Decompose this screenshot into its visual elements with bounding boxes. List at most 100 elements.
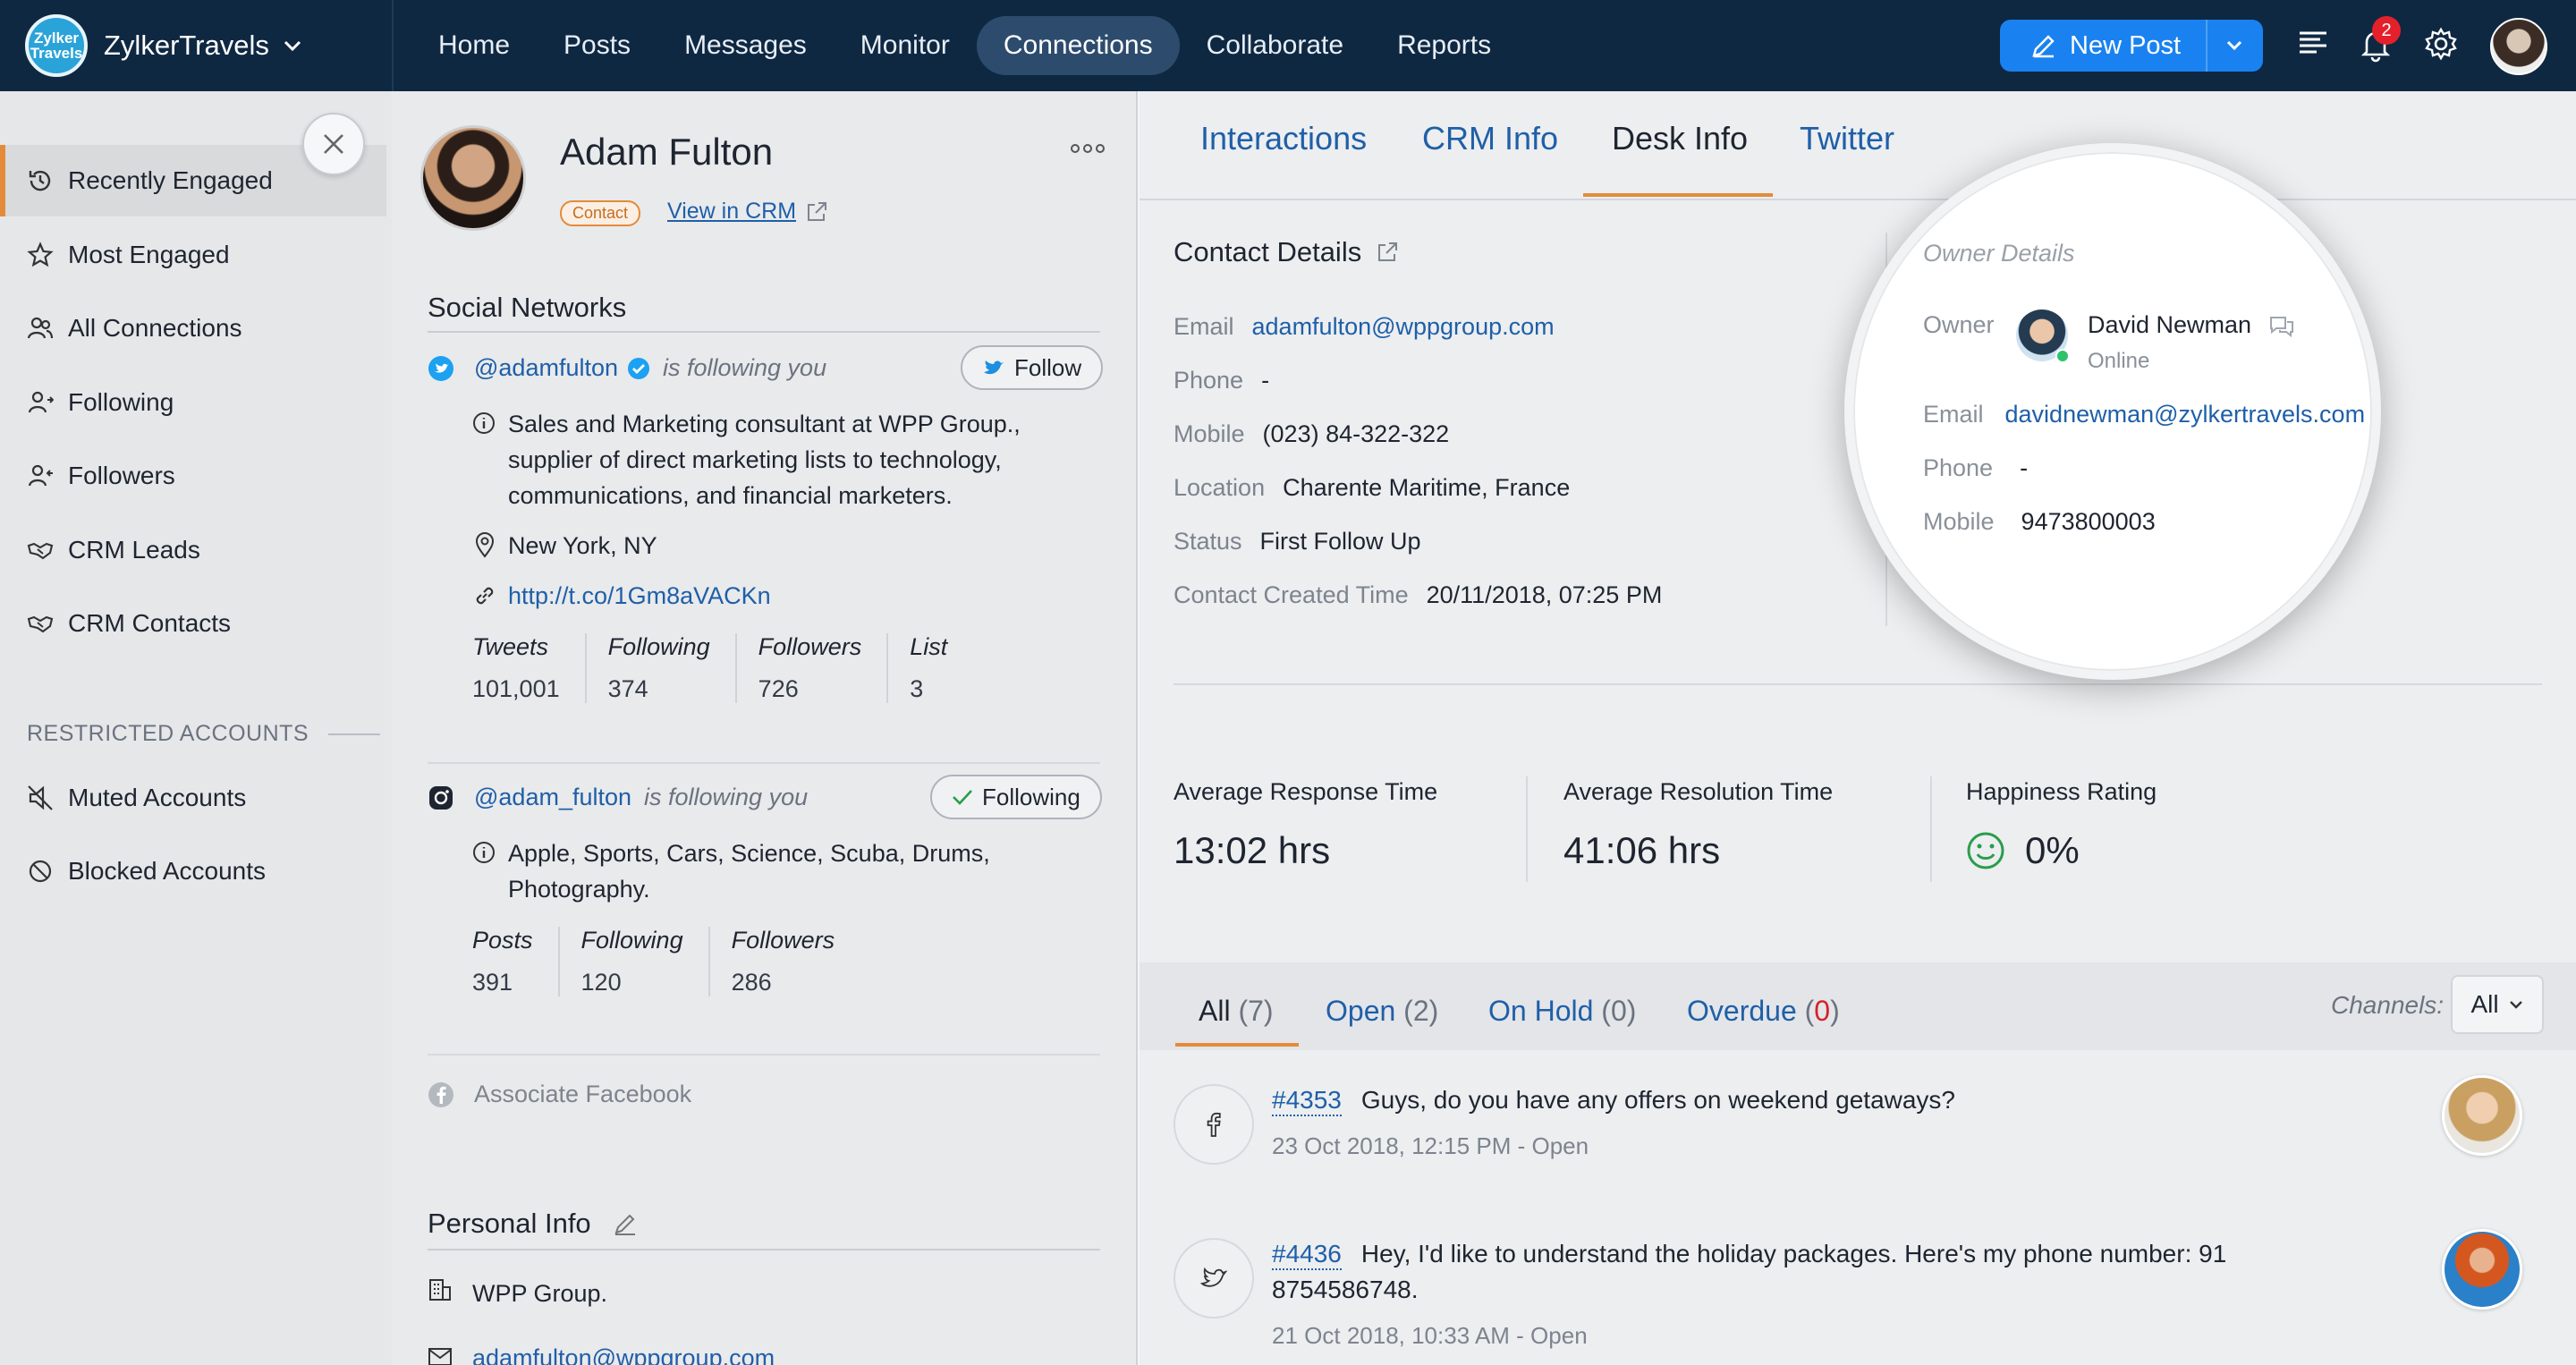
- ticket-requester-avatar: [2442, 1229, 2522, 1310]
- contact-email-row: Email adamfulton@wppgroup.com: [1174, 313, 1555, 341]
- more-options-icon[interactable]: [1070, 143, 1106, 154]
- instagram-stats: Posts 391 Following 120 Followers 286: [472, 927, 881, 996]
- ticket-tab-count: (0): [1804, 995, 1840, 1027]
- chat-icon[interactable]: [2267, 314, 2296, 337]
- brand-switcher[interactable]: Zylker Travels ZylkerTravels: [0, 0, 394, 91]
- user-avatar[interactable]: [2490, 18, 2547, 75]
- instagram-following-status: is following you: [644, 784, 809, 810]
- sidebar-item-crm-contacts[interactable]: CRM Contacts: [0, 588, 386, 659]
- owner-name: David Newman: [2088, 311, 2252, 338]
- metric-value-text: 41:06 hrs: [1563, 829, 1721, 871]
- stat-value: 101,001: [472, 675, 560, 702]
- smiley-icon: [1967, 832, 2004, 869]
- bio-line: Photography.: [508, 876, 650, 903]
- metric-label: Happiness Rating: [1966, 778, 2157, 805]
- ticket-tab-label: All: [1199, 995, 1231, 1027]
- handshake-icon: [27, 542, 54, 560]
- ticket-channel-badge: [1174, 1238, 1254, 1318]
- owner-phone-row: Phone -: [1923, 454, 2028, 482]
- new-post-split-button: New Post: [2000, 20, 2263, 72]
- notification-badge: 2: [2372, 16, 2401, 45]
- mail-icon: [428, 1348, 452, 1365]
- ticket-row[interactable]: #4353 Guys, do you have any offers on we…: [1272, 1086, 1955, 1116]
- nav-monitor[interactable]: Monitor: [834, 16, 977, 75]
- metric-value: 0%: [1966, 829, 2157, 872]
- feed-list-icon[interactable]: [2297, 27, 2329, 59]
- sidebar-item-crm-leads[interactable]: CRM Leads: [0, 514, 386, 586]
- stat-value: 374: [607, 675, 648, 702]
- chevron-down-icon: [284, 40, 301, 52]
- active-ticket-tab-indicator: [1175, 1043, 1299, 1047]
- user-followers-icon: [28, 464, 53, 487]
- stat-value: 286: [731, 969, 772, 996]
- channels-select[interactable]: All: [2451, 975, 2544, 1034]
- ticket-tab-all[interactable]: All (7): [1199, 995, 1274, 1028]
- twitter-follow-button[interactable]: Follow: [961, 345, 1104, 390]
- bio-line: communications, and financial marketers.: [508, 482, 953, 509]
- twitter-url-link[interactable]: http://t.co/1Gm8aVACKn: [508, 578, 771, 614]
- ticket-tab-count: (7): [1238, 995, 1274, 1027]
- nav-reports[interactable]: Reports: [1370, 16, 1518, 75]
- ticket-row[interactable]: #4436 Hey, I'd like to understand the ho…: [1272, 1240, 2226, 1270]
- sidebar-item-muted-accounts[interactable]: Muted Accounts: [0, 762, 386, 834]
- close-panel-button[interactable]: [302, 113, 365, 175]
- twitter-handle-link[interactable]: @adamfulton: [474, 354, 618, 382]
- pencil-icon: [2032, 35, 2055, 58]
- nav-posts[interactable]: Posts: [537, 16, 657, 75]
- nav-connections[interactable]: Connections: [976, 16, 1180, 75]
- divider: [428, 1054, 1100, 1056]
- building-icon: [429, 1279, 451, 1301]
- instagram-handle-link[interactable]: @adam_fulton: [474, 784, 631, 811]
- bio-line: supplier of direct marketing lists to te…: [508, 446, 1002, 473]
- ticket-subject: Guys, do you have any offers on weekend …: [1360, 1086, 1955, 1114]
- verified-icon: [628, 357, 649, 379]
- gear-icon[interactable]: [2424, 27, 2458, 61]
- info-icon: [473, 412, 495, 434]
- location-pin-icon: [475, 532, 495, 558]
- nav-home[interactable]: Home: [411, 16, 537, 75]
- field-label: Owner: [1923, 311, 1995, 338]
- mute-icon: [28, 785, 53, 810]
- sidebar-item-label: Muted Accounts: [68, 784, 247, 811]
- bio-line: Apple, Sports, Cars, Science, Scuba, Dru…: [508, 840, 990, 867]
- tab-twitter[interactable]: Twitter: [1800, 120, 1894, 157]
- field-value: 9473800003: [2021, 508, 2156, 535]
- instagram-following-button[interactable]: Following: [930, 775, 1102, 819]
- nav-collaborate[interactable]: Collaborate: [1180, 16, 1370, 75]
- view-in-crm-link[interactable]: View in CRM: [667, 199, 828, 225]
- sidebar-item-following[interactable]: Following: [0, 367, 386, 438]
- associate-facebook-link[interactable]: Associate Facebook: [428, 1081, 691, 1108]
- chevron-down-icon: [2226, 40, 2242, 51]
- sidebar-item-blocked-accounts[interactable]: Blocked Accounts: [0, 835, 386, 907]
- external-link-icon[interactable]: [1376, 241, 1399, 264]
- ticket-id-link[interactable]: #4353: [1272, 1086, 1342, 1116]
- new-post-dropdown[interactable]: [2207, 39, 2261, 52]
- metric-resolution-time: Average Resolution Time 41:06 hrs: [1563, 778, 1833, 872]
- sidebar-item-most-engaged[interactable]: Most Engaged: [0, 219, 386, 291]
- ticket-tab-open[interactable]: Open (2): [1326, 995, 1438, 1028]
- ticket-id-link[interactable]: #4436: [1272, 1240, 1342, 1270]
- sidebar-item-followers[interactable]: Followers: [0, 440, 386, 512]
- stat-followers: Followers 286: [732, 927, 860, 996]
- ticket-tab-overdue[interactable]: Overdue (0): [1687, 995, 1840, 1028]
- tab-desk-info[interactable]: Desk Info: [1612, 120, 1748, 157]
- tab-interactions[interactable]: Interactions: [1200, 120, 1367, 157]
- stat-label: Tweets: [472, 633, 549, 660]
- divider: [1930, 776, 1932, 882]
- edit-icon[interactable]: [613, 1211, 638, 1236]
- contact-phone-row: Phone -: [1174, 367, 1269, 394]
- field-value: 20/11/2018, 07:25 PM: [1426, 581, 1663, 608]
- nav-messages[interactable]: Messages: [657, 16, 834, 75]
- tab-crm-info[interactable]: CRM Info: [1422, 120, 1558, 157]
- twitter-icon: [428, 355, 453, 381]
- contact-email-link[interactable]: adamfulton@wppgroup.com: [1252, 313, 1555, 341]
- new-post-button[interactable]: New Post: [2000, 20, 2207, 72]
- personal-email-link[interactable]: adamfulton@wppgroup.com: [472, 1340, 775, 1365]
- ticket-tab-on-hold[interactable]: On Hold (0): [1488, 995, 1636, 1028]
- twitter-following-status: is following you: [663, 354, 827, 381]
- owner-email-link[interactable]: davidnewman@zylkertravels.com: [2005, 401, 2366, 428]
- sidebar-item-all-connections[interactable]: All Connections: [0, 292, 386, 364]
- sidebar-item-label: All Connections: [68, 314, 242, 342]
- contact-mobile-row: Mobile (023) 84-322-322: [1174, 420, 1449, 448]
- brand-logo: Zylker Travels: [25, 14, 88, 77]
